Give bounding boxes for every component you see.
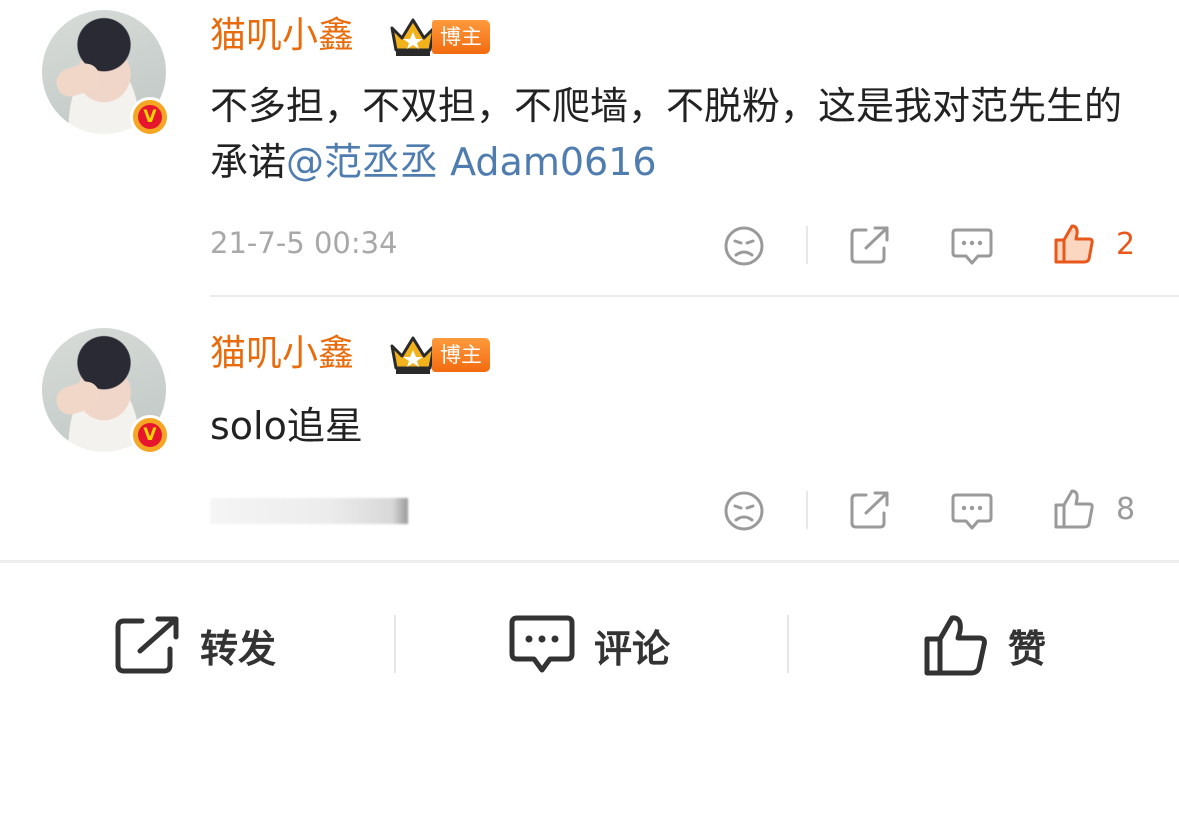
crown-icon [390,18,436,56]
thumbs-up-icon [924,615,987,676]
verified-v-icon: V [130,97,170,137]
action-bar-border [0,560,1179,563]
dislike-face-icon[interactable] [722,489,766,533]
separator [787,615,789,673]
comment-item: V 猫叽小鑫 博主 不多担，不双担，不爬墙，不脱粉，这是我对范先生的承诺@范丞丞… [0,0,1179,296]
comment-label: 评论 [594,626,671,671]
repost-label: 转发 [200,626,277,671]
comment-text: solo追星 [210,398,1130,454]
thumbs-up-icon[interactable] [1052,222,1096,266]
repost-icon [115,616,179,674]
comment-button[interactable]: 评论 [508,610,670,680]
repost-button[interactable]: 转发 [114,610,276,680]
repost-icon[interactable] [848,489,892,531]
comment-body: solo追星 [210,404,363,448]
verified-v-icon: V [130,415,170,455]
like-button[interactable]: 赞 [922,610,1046,680]
like-count: 8 [1116,492,1136,527]
timestamp-blurred [210,498,408,524]
comment-item: V 猫叽小鑫 博主 solo追星 8 [0,300,1179,560]
repost-icon[interactable] [848,224,892,266]
blogger-tag: 博主 [432,338,490,372]
separator [394,615,396,673]
blogger-tag: 博主 [432,20,490,54]
like-label: 赞 [1008,626,1047,671]
mention-link[interactable]: @范丞丞 Adam0616 [286,140,657,184]
comment-icon [509,615,575,673]
comment-icon[interactable] [950,491,994,533]
username[interactable]: 猫叽小鑫 [210,334,354,374]
separator [806,491,808,529]
username[interactable]: 猫叽小鑫 [210,16,354,56]
timestamp: 21-7-5 00:34 [210,226,398,260]
like-count: 2 [1116,227,1136,262]
comment-icon[interactable] [950,226,994,268]
comment-text: 不多担，不双担，不爬墙，不脱粉，这是我对范先生的承诺@范丞丞 Adam0616 [210,78,1130,190]
separator [806,226,808,264]
divider [210,295,1179,297]
crown-icon [390,336,436,374]
thumbs-up-icon[interactable] [1052,487,1096,531]
dislike-face-icon[interactable] [722,224,766,268]
